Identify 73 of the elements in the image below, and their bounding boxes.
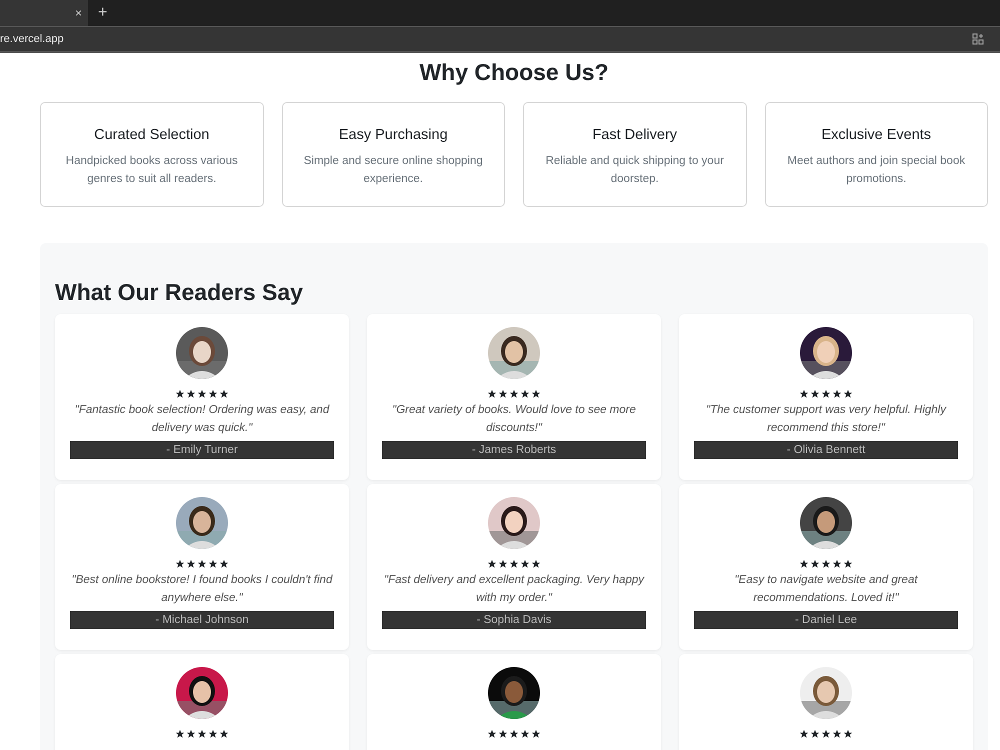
star-icon [498, 389, 508, 399]
reviewer-name: - Michael Johnson [70, 611, 334, 629]
star-icon [175, 729, 185, 739]
star-icon [509, 729, 519, 739]
star-icon [197, 729, 207, 739]
star-icon [520, 729, 530, 739]
star-icon [832, 729, 842, 739]
star-icon [487, 559, 497, 569]
star-icon [531, 389, 541, 399]
star-icon [197, 559, 207, 569]
testimonial-quote: "Best online bookstore! I found books I couldn't find anywhere else." [70, 573, 334, 606]
feature-description: Handpicked books across various genres to suit all readers. [64, 154, 239, 187]
new-tab-button[interactable]: + [98, 4, 108, 22]
browser-tab[interactable]: × [0, 0, 88, 26]
star-icon [799, 729, 809, 739]
star-icon [799, 389, 809, 399]
star-icon [498, 559, 508, 569]
section-title: What Our Readers Say [55, 279, 304, 306]
testimonial-quote: "Fast delivery and excellent packaging. Very happy with my order." [383, 573, 646, 606]
star-icon [197, 389, 207, 399]
feature-title: Exclusive Events [820, 127, 932, 143]
feature-description: Meet authors and join special book promotions. [786, 154, 966, 187]
testimonial-quote: "Great variety of books. Would love to see more discounts!" [391, 403, 637, 436]
star-icon [186, 729, 196, 739]
star-icon [175, 559, 185, 569]
testimonial-quote: "Fantastic book selection! Ordering was easy, and delivery was quick." [74, 403, 330, 436]
section-title: Why Choose Us? [418, 59, 610, 86]
reviewer-name: - Sophia Davis [382, 611, 646, 629]
star-icon [843, 729, 853, 739]
star-icon [186, 389, 196, 399]
star-icon [208, 389, 218, 399]
star-icon [520, 389, 530, 399]
extension-icon[interactable] [972, 33, 984, 45]
star-icon [520, 559, 530, 569]
star-icon [186, 559, 196, 569]
star-icon [832, 559, 842, 569]
star-icon [821, 729, 831, 739]
feature-description: Simple and secure online shopping experience. [302, 154, 484, 187]
star-icon [821, 559, 831, 569]
star-icon [219, 389, 229, 399]
star-icon [810, 389, 820, 399]
star-icon [832, 389, 842, 399]
feature-description: Reliable and quick shipping to your doorstep. [544, 154, 725, 187]
reviewer-name: - Olivia Bennett [694, 441, 958, 459]
star-icon [531, 729, 541, 739]
url-text: re.vercel.app [0, 33, 64, 45]
star-icon [219, 729, 229, 739]
star-icon [843, 389, 853, 399]
star-icon [208, 729, 218, 739]
star-icon [208, 559, 218, 569]
star-icon [219, 559, 229, 569]
star-icon [810, 559, 820, 569]
address-bar[interactable]: re.vercel.app [0, 26, 1000, 53]
star-icon [843, 559, 853, 569]
close-tab-button[interactable]: × [74, 6, 88, 20]
star-icon [531, 559, 541, 569]
reviewer-name: - James Roberts [382, 441, 646, 459]
star-icon [799, 559, 809, 569]
reviewer-name: - Emily Turner [70, 441, 334, 459]
star-icon [487, 729, 497, 739]
star-icon [810, 729, 820, 739]
star-icon [498, 729, 508, 739]
feature-title: Curated Selection [93, 127, 210, 143]
testimonial-quote: "Easy to navigate website and great recommendations. Loved it!" [733, 573, 919, 606]
testimonial-quote: "The customer support was very helpful. Highly recommend this store!" [705, 403, 948, 436]
star-icon [821, 389, 831, 399]
reviewer-name: - Daniel Lee [694, 611, 958, 629]
star-icon [509, 559, 519, 569]
feature-title: Easy Purchasing [338, 127, 449, 143]
star-icon [175, 389, 185, 399]
star-icon [487, 389, 497, 399]
star-icon [509, 389, 519, 399]
feature-title: Fast Delivery [591, 127, 678, 143]
